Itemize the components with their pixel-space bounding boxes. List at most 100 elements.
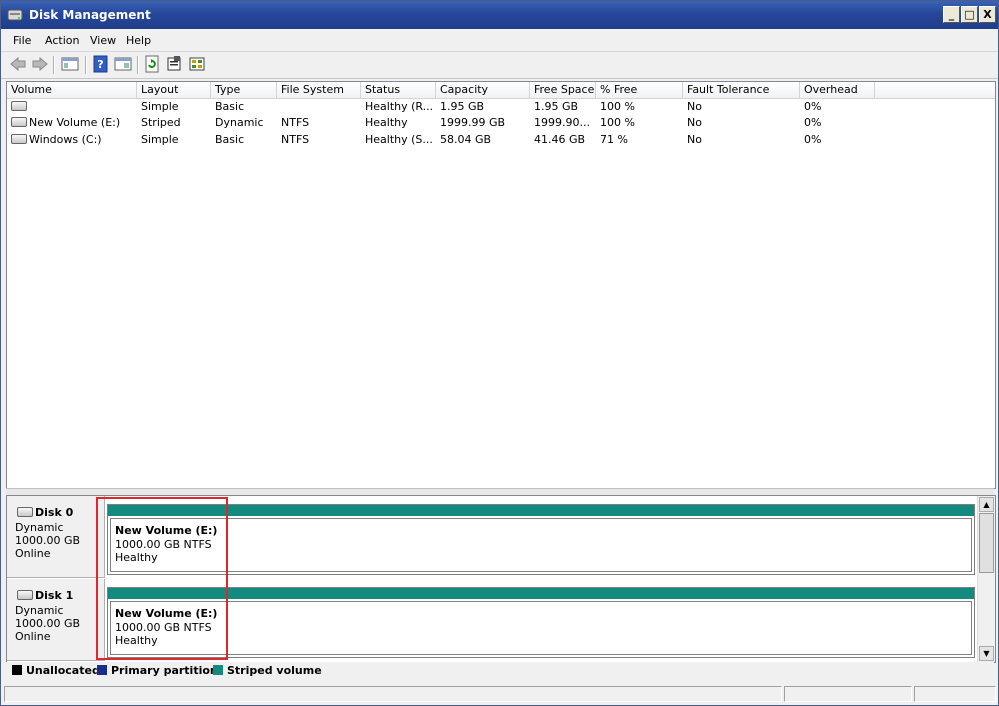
disk-management-app-icon bbox=[7, 9, 23, 21]
cell-fault-tolerance: No bbox=[687, 133, 702, 146]
partition-details: New Volume (E:) 1000.00 GB NTFS Healthy bbox=[110, 601, 972, 655]
legend-swatch bbox=[12, 665, 22, 675]
toolbar: ? bbox=[1, 52, 998, 79]
cell-overhead: 0% bbox=[804, 100, 822, 113]
title-bar[interactable]: Disk Management _ □ X bbox=[1, 1, 998, 29]
volume-drive-icon bbox=[11, 117, 27, 127]
disk-kind: Dynamic bbox=[15, 521, 64, 534]
volume-drive-icon bbox=[11, 134, 27, 144]
disk-graphical-view[interactable]: Disk 0 Dynamic 1000.00 GB Online New Vol… bbox=[6, 495, 996, 663]
status-panel-2 bbox=[784, 686, 912, 702]
status-panel-3 bbox=[914, 686, 996, 702]
column-overhead[interactable]: Overhead bbox=[800, 82, 875, 98]
help-icon[interactable]: ? bbox=[92, 55, 110, 73]
column-percent-free[interactable]: % Free bbox=[596, 82, 683, 98]
column-capacity[interactable]: Capacity bbox=[436, 82, 530, 98]
cell-status: Healthy (S... bbox=[365, 133, 433, 146]
forward-icon[interactable] bbox=[31, 55, 49, 73]
disk-name: Disk 0 bbox=[17, 506, 73, 519]
disk-state: Online bbox=[15, 630, 51, 643]
toolbar-separator bbox=[137, 56, 139, 74]
table-row[interactable]: New Volume (E:) Striped Dynamic NTFS Hea… bbox=[7, 115, 995, 131]
table-row[interactable]: Simple Basic Healthy (R... 1.95 GB 1.95 … bbox=[7, 99, 995, 115]
rescan-icon[interactable] bbox=[188, 55, 206, 73]
toolbar-separator bbox=[85, 56, 87, 74]
striped-volume-bar bbox=[108, 588, 974, 599]
properties-pane-icon[interactable] bbox=[114, 55, 132, 73]
cell-overhead: 0% bbox=[804, 116, 822, 129]
column-fault-tolerance[interactable]: Fault Tolerance bbox=[683, 82, 800, 98]
cell-layout: Striped bbox=[141, 116, 181, 129]
legend-primary-partition: Primary partition bbox=[97, 664, 218, 677]
cell-free-space: 1.95 GB bbox=[534, 100, 579, 113]
window-title: Disk Management bbox=[29, 8, 151, 22]
volume-list[interactable]: Volume Layout Type File System Status Ca… bbox=[6, 81, 996, 489]
toolbar-separator bbox=[53, 56, 55, 74]
cell-capacity: 58.04 GB bbox=[440, 133, 492, 146]
menu-help[interactable]: Help bbox=[126, 34, 151, 47]
cell-fault-tolerance: No bbox=[687, 116, 702, 129]
scroll-down-arrow-icon[interactable]: ▼ bbox=[979, 646, 994, 661]
legend-unallocated: Unallocated bbox=[12, 664, 100, 677]
disk-pane-scrollbar[interactable]: ▲ ▼ bbox=[977, 496, 995, 662]
scroll-up-arrow-icon[interactable]: ▲ bbox=[979, 497, 994, 512]
cell-free-space: 41.46 GB bbox=[534, 133, 586, 146]
partition-status: Healthy bbox=[115, 634, 158, 647]
settings-icon[interactable] bbox=[165, 55, 183, 73]
back-icon[interactable] bbox=[9, 55, 27, 73]
column-type[interactable]: Type bbox=[211, 82, 277, 98]
console-tree-icon[interactable] bbox=[61, 55, 79, 73]
disk-row-1[interactable]: Disk 1 Dynamic 1000.00 GB Online New Vol… bbox=[7, 579, 977, 661]
column-status[interactable]: Status bbox=[361, 82, 436, 98]
column-free-space[interactable]: Free Space bbox=[530, 82, 596, 98]
column-volume[interactable]: Volume bbox=[7, 82, 137, 98]
column-layout[interactable]: Layout bbox=[137, 82, 211, 98]
partition-name: New Volume (E:) bbox=[115, 524, 218, 537]
disk-row-0[interactable]: Disk 0 Dynamic 1000.00 GB Online New Vol… bbox=[7, 496, 977, 578]
cell-type: Dynamic bbox=[215, 116, 264, 129]
refresh-icon[interactable] bbox=[143, 55, 161, 73]
menu-bar: File Action View Help bbox=[1, 29, 998, 52]
disk-drive-icon bbox=[17, 590, 33, 600]
partition-new-volume[interactable]: New Volume (E:) 1000.00 GB NTFS Healthy bbox=[107, 504, 975, 575]
minimize-button[interactable]: _ bbox=[943, 6, 960, 23]
volume-drive-icon bbox=[11, 101, 27, 111]
cell-file-system: NTFS bbox=[281, 116, 310, 129]
cell-file-system bbox=[277, 99, 361, 115]
disk-management-window: Disk Management _ □ X File Action View H… bbox=[0, 0, 999, 706]
table-row[interactable]: Windows (C:) Simple Basic NTFS Healthy (… bbox=[7, 132, 995, 148]
cell-capacity: 1.95 GB bbox=[440, 100, 485, 113]
cell-percent-free: 100 % bbox=[600, 100, 635, 113]
status-panel-main bbox=[4, 686, 782, 702]
scroll-thumb[interactable] bbox=[979, 513, 994, 573]
cell-percent-free: 71 % bbox=[600, 133, 628, 146]
disk-size: 1000.00 GB bbox=[15, 617, 81, 630]
cell-type: Basic bbox=[215, 133, 245, 146]
disk-size: 1000.00 GB bbox=[15, 534, 81, 547]
disk-name: Disk 1 bbox=[17, 589, 73, 602]
cell-overhead: 0% bbox=[804, 133, 822, 146]
cell-percent-free: 100 % bbox=[600, 116, 635, 129]
maximize-button[interactable]: □ bbox=[961, 6, 978, 23]
disk-state: Online bbox=[15, 547, 51, 560]
column-file-system[interactable]: File System bbox=[277, 82, 361, 98]
cell-volume bbox=[7, 99, 137, 115]
cell-volume: New Volume (E:) bbox=[7, 115, 137, 131]
menu-file[interactable]: File bbox=[13, 34, 31, 47]
cell-capacity: 1999.99 GB bbox=[440, 116, 506, 129]
cell-file-system: NTFS bbox=[281, 133, 310, 146]
disk-kind: Dynamic bbox=[15, 604, 64, 617]
status-bar bbox=[4, 685, 996, 703]
cell-free-space: 1999.90... bbox=[534, 116, 590, 129]
menu-view[interactable]: View bbox=[90, 34, 116, 47]
disk-label-0[interactable]: Disk 0 Dynamic 1000.00 GB Online bbox=[7, 496, 105, 578]
partition-status: Healthy bbox=[115, 551, 158, 564]
menu-action[interactable]: Action bbox=[45, 34, 79, 47]
cell-type: Basic bbox=[215, 100, 245, 113]
partition-new-volume[interactable]: New Volume (E:) 1000.00 GB NTFS Healthy bbox=[107, 587, 975, 658]
disk-label-1[interactable]: Disk 1 Dynamic 1000.00 GB Online bbox=[7, 579, 105, 661]
legend-swatch bbox=[97, 665, 107, 675]
close-button[interactable]: X bbox=[979, 6, 996, 23]
partition-name: New Volume (E:) bbox=[115, 607, 218, 620]
partition-size: 1000.00 GB NTFS bbox=[115, 538, 212, 551]
